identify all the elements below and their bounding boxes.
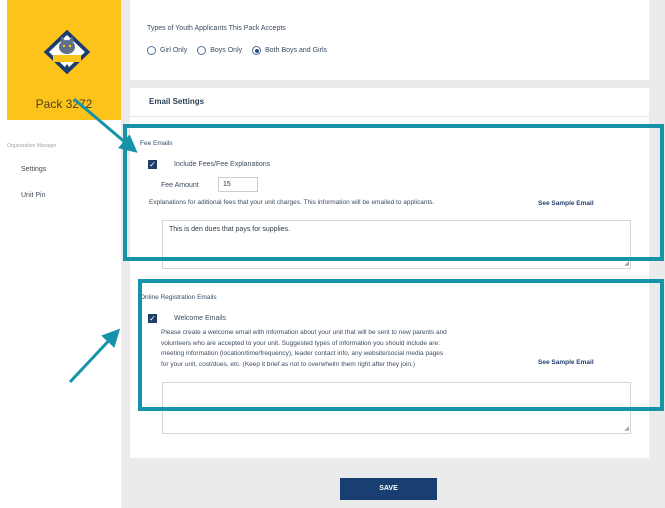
organization-manager-label: Organization Manager xyxy=(7,143,57,149)
pack-header: Pack 3272 xyxy=(7,0,121,120)
help-line: meeting information (location/time/frequ… xyxy=(161,350,444,357)
radio-both-label: Both Boys and Girls xyxy=(265,47,328,54)
welcome-emails-checkbox[interactable]: ✓ xyxy=(148,314,157,323)
online-registration-title: Online Registration Emails xyxy=(140,294,217,301)
welcome-email-textarea[interactable]: ◢ xyxy=(162,382,631,434)
welcome-see-sample-email-link[interactable]: See Sample Email xyxy=(538,359,594,366)
youth-applicants-card: Types of Youth Applicants This Pack Acce… xyxy=(130,0,649,80)
sidebar-item-unit-pin[interactable]: Unit Pin xyxy=(21,192,46,199)
pack-name: Pack 3272 xyxy=(35,97,93,111)
fee-help-text: Explanations for aditional fees that you… xyxy=(149,199,435,206)
resize-handle-icon[interactable]: ◢ xyxy=(624,260,629,267)
resize-handle-icon[interactable]: ◢ xyxy=(624,425,629,432)
save-button[interactable]: SAVE xyxy=(340,478,437,500)
help-line: Please create a welcome email with infor… xyxy=(161,329,447,336)
fee-see-sample-email-link[interactable]: See Sample Email xyxy=(538,200,594,207)
cub-scouts-logo xyxy=(42,28,92,76)
welcome-emails-label: Welcome Emails xyxy=(174,315,226,322)
fee-amount-label: Fee Amount xyxy=(161,182,199,189)
welcome-help-text: Please create a welcome email with infor… xyxy=(161,328,521,370)
sidebar-item-settings[interactable]: Settings xyxy=(21,166,46,173)
include-fees-checkbox[interactable]: ✓ xyxy=(148,160,157,169)
radio-girl-only-label: Girl Only xyxy=(160,47,188,54)
email-settings-title: Email Settings xyxy=(149,97,205,106)
radio-boys-only-label: Boys Only xyxy=(210,47,243,54)
sidebar: Pack 3272 Organization Manager Settings … xyxy=(0,0,121,508)
youth-options: Girl Only Boys Only Both Boys and Girls xyxy=(147,46,333,55)
divider xyxy=(130,116,649,117)
radio-girl-only[interactable] xyxy=(147,46,156,55)
include-fees-label: Include Fees/Fee Explanations xyxy=(174,161,271,168)
fee-amount-input[interactable]: 15 xyxy=(218,177,258,192)
fee-emails-title: Fee Emails xyxy=(140,140,173,147)
radio-both-boys-and-girls[interactable] xyxy=(252,46,262,55)
radio-boys-only[interactable] xyxy=(197,46,207,55)
youth-applicants-title: Types of Youth Applicants This Pack Acce… xyxy=(147,25,286,32)
email-settings-card: Email Settings Fee Emails ✓ Include Fees… xyxy=(130,88,649,458)
help-line: volunteers who are accepted to your unit… xyxy=(161,339,440,347)
fee-explanation-textarea[interactable]: This is den dues that pays for supplies.… xyxy=(162,220,631,269)
fee-explanation-text: This is den dues that pays for supplies. xyxy=(169,226,291,233)
help-line: for your unit, cost/dues, etc. (Keep it … xyxy=(161,360,415,368)
